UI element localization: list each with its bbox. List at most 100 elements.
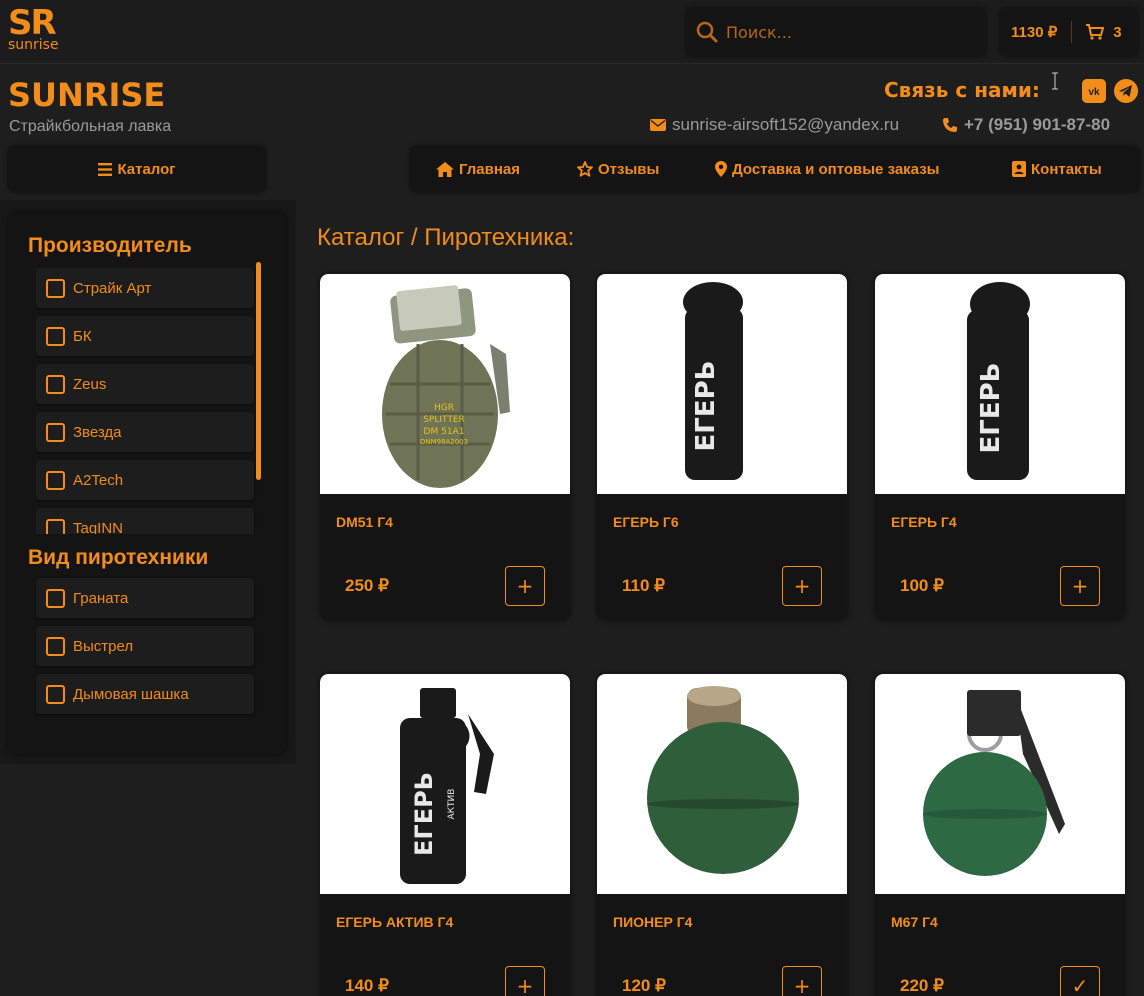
vk-icon[interactable]: vk	[1082, 79, 1106, 103]
telegram-icon[interactable]	[1114, 79, 1138, 103]
filter-label: Страйк Арт	[73, 279, 152, 297]
pioneer-grenade-image	[647, 686, 799, 874]
eger-label: ЕГЕРЬ	[691, 361, 721, 452]
product-price: 110 ₽	[622, 576, 665, 595]
add-to-cart-button[interactable]: +	[505, 566, 545, 606]
logo-mark: SR	[8, 3, 57, 43]
eger-g4-image: ЕГЕРЬ	[967, 282, 1030, 480]
product-name[interactable]: ПИОНЕР Г4	[613, 914, 692, 930]
product-image[interactable]	[875, 674, 1125, 894]
nav-contacts[interactable]: Контакты	[1012, 161, 1102, 178]
product-image[interactable]: ЕГЕРЬ	[597, 274, 847, 494]
checkbox[interactable]	[46, 684, 65, 704]
filter-item-grenade[interactable]: Граната	[36, 578, 254, 618]
checkbox[interactable]	[46, 518, 65, 534]
phone-text: +7 (951) 901-87-80	[964, 115, 1111, 134]
product-card[interactable]: ЕГЕРЬ ЕГЕРЬ Г4 100 ₽ +	[875, 274, 1125, 620]
filter-item-shot[interactable]: Выстрел	[36, 626, 254, 666]
product-card[interactable]: ПИОНЕР Г4 120 ₽ +	[597, 674, 847, 996]
in-cart-checkmark-button[interactable]: ✓	[1060, 966, 1100, 996]
nav-delivery-label: Доставка и оптовые заказы	[732, 160, 940, 178]
product-image[interactable]: HGR SPLITTER DM 51A1 DNM98A2003	[320, 274, 570, 494]
product-image[interactable]: ЕГЕРЬ	[875, 274, 1125, 494]
contact-card-icon	[1012, 161, 1026, 177]
product-card[interactable]: HGR SPLITTER DM 51A1 DNM98A2003 DM51 Г4 …	[320, 274, 570, 620]
nav-contacts-label: Контакты	[1031, 160, 1102, 178]
nav-home-label: Главная	[459, 160, 521, 178]
dm51-label-line: DNM98A2003	[420, 438, 468, 446]
type-title: Вид пиротехники	[28, 546, 209, 569]
checkbox[interactable]	[46, 588, 65, 608]
product-image[interactable]	[597, 674, 847, 894]
brand-subtitle: Страйкбольная лавка	[9, 118, 172, 135]
filter-item-bk[interactable]: БК	[36, 316, 254, 356]
catalog-button[interactable]: Каталог	[8, 146, 266, 192]
product-name[interactable]: ЕГЕРЬ Г4	[891, 514, 957, 530]
brand-title[interactable]: SUNRISE	[8, 76, 165, 114]
manufacturer-scrollbar[interactable]	[256, 262, 261, 480]
logo-subtext: sunrise	[8, 37, 59, 53]
filter-sidebar: Производитель Страйк Арт БК Zeus Звезда …	[8, 212, 286, 754]
checkbox[interactable]	[46, 470, 65, 490]
cart-divider	[1071, 21, 1073, 43]
contact-email[interactable]: sunrise-airsoft152@yandex.ru	[650, 114, 899, 136]
nav-delivery[interactable]: Доставка и оптовые заказы	[715, 161, 939, 178]
product-card[interactable]: ЕГЕРЬ ЕГЕРЬ Г6 110 ₽ +	[597, 274, 847, 620]
product-price: 220 ₽	[900, 976, 944, 995]
add-to-cart-button[interactable]: +	[1060, 566, 1100, 606]
star-icon	[577, 161, 593, 177]
nav-reviews[interactable]: Отзывы	[577, 161, 659, 178]
filter-item-smoke[interactable]: Дымовая шашка	[36, 674, 254, 714]
top-bar: SR sunrise 1130 ₽ 3	[0, 0, 1144, 64]
add-to-cart-button[interactable]: +	[782, 566, 822, 606]
product-price: 250 ₽	[345, 576, 389, 595]
text-cursor-icon	[1052, 72, 1058, 90]
search-icon	[696, 21, 718, 43]
checkbox[interactable]	[46, 636, 65, 656]
phone-icon	[943, 118, 957, 132]
contact-phone[interactable]: +7 (951) 901-87-80	[942, 114, 1110, 136]
dm51-label-line: DM 51A1	[424, 427, 465, 437]
add-to-cart-button[interactable]: +	[782, 966, 822, 996]
filter-label: БК	[73, 327, 92, 345]
product-name[interactable]: M67 Г4	[891, 914, 938, 930]
checkbox[interactable]	[46, 422, 65, 442]
filter-item-taginn[interactable]: TagINN	[36, 508, 254, 534]
product-name[interactable]: DM51 Г4	[336, 514, 393, 530]
filter-label: Дымовая шашка	[73, 685, 189, 703]
dm51-label-line: SPLITTER	[423, 415, 465, 425]
eger-g6-image: ЕГЕРЬ	[683, 282, 743, 480]
search-input[interactable]	[726, 22, 966, 42]
envelope-icon	[650, 119, 666, 131]
add-to-cart-button[interactable]: +	[505, 966, 545, 996]
cart-widget[interactable]: 1130 ₽ 3	[1000, 8, 1138, 56]
product-price: 140 ₽	[345, 976, 389, 995]
main-nav: Главная Отзывы Доставка и оптовые заказы…	[410, 146, 1140, 192]
filter-item-strike-art[interactable]: Страйк Арт	[36, 268, 254, 308]
product-name[interactable]: ЕГЕРЬ АКТИВ Г4	[336, 914, 453, 930]
cart-icon	[1086, 24, 1105, 40]
nav-reviews-label: Отзывы	[598, 160, 660, 178]
checkbox[interactable]	[46, 278, 65, 298]
product-card[interactable]: ЕГЕРЬ АКТИВ ЕГЕРЬ АКТИВ Г4 140 ₽ +	[320, 674, 570, 996]
filter-label: TagINN	[73, 519, 124, 535]
manufacturer-list[interactable]: Страйк Арт БК Zeus Звезда A2Tech TagINN	[36, 266, 266, 534]
nav-home[interactable]: Главная	[436, 161, 520, 178]
m67-grenade-image	[923, 690, 1065, 876]
checkbox[interactable]	[46, 326, 65, 346]
product-image[interactable]: ЕГЕРЬ АКТИВ	[320, 674, 570, 894]
map-marker-icon	[715, 161, 727, 177]
aktiv-label: АКТИВ	[447, 789, 457, 820]
product-name[interactable]: ЕГЕРЬ Г6	[613, 514, 679, 530]
email-text: sunrise-airsoft152@yandex.ru	[672, 115, 900, 134]
search-box[interactable]	[686, 8, 986, 56]
product-card[interactable]: M67 Г4 220 ₽ ✓	[875, 674, 1125, 996]
filter-label: Граната	[73, 589, 129, 607]
checkbox[interactable]	[46, 374, 65, 394]
filter-item-zvezda[interactable]: Звезда	[36, 412, 254, 452]
filter-label: Выстрел	[73, 637, 134, 655]
filter-item-a2tech[interactable]: A2Tech	[36, 460, 254, 500]
filter-item-zeus[interactable]: Zeus	[36, 364, 254, 404]
site-logo[interactable]: SR sunrise	[8, 6, 72, 56]
manufacturer-title: Производитель	[28, 234, 192, 257]
